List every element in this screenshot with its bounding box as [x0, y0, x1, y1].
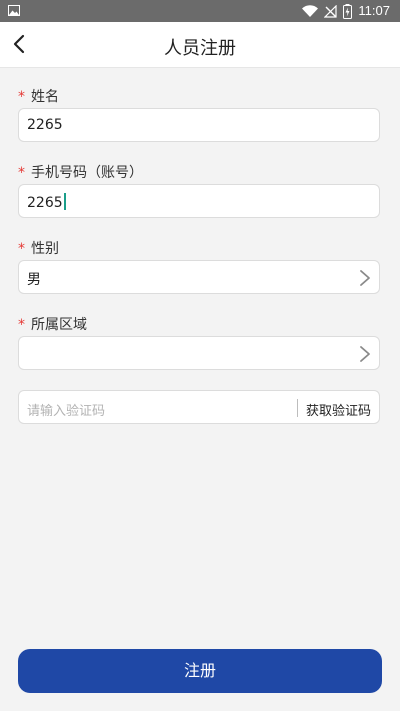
- verification-code-field[interactable]: 请输入验证码 获取验证码: [18, 390, 380, 424]
- verification-code-placeholder: 请输入验证码: [27, 404, 106, 419]
- phone-value-wrap: 2265: [27, 193, 66, 211]
- status-time: 11:07: [358, 3, 390, 18]
- region-label: * 所属区域: [18, 314, 87, 334]
- text-cursor: [63, 193, 66, 210]
- phone-label: * 手机号码（账号）: [18, 162, 143, 182]
- gender-label: * 性别: [18, 238, 59, 258]
- name-field[interactable]: 2265: [18, 108, 380, 142]
- phone-label-text: 手机号码（账号）: [31, 165, 143, 181]
- region-label-text: 所属区域: [31, 317, 87, 333]
- divider: [297, 399, 298, 417]
- app-bar: 人员注册: [0, 22, 400, 68]
- name-value: 2265: [27, 117, 63, 133]
- phone-value: 2265: [27, 195, 63, 211]
- chevron-right-icon: [360, 270, 370, 286]
- chevron-right-icon: [360, 346, 370, 362]
- required-mark: *: [18, 89, 25, 105]
- gender-label-text: 性别: [31, 241, 59, 257]
- image-icon: [8, 5, 20, 16]
- get-code-button[interactable]: 获取验证码: [306, 400, 371, 419]
- required-mark: *: [18, 317, 25, 333]
- region-select[interactable]: [18, 336, 380, 370]
- page-title: 人员注册: [164, 38, 236, 59]
- gender-select[interactable]: 男: [18, 260, 380, 294]
- status-right: 11:07: [302, 3, 390, 19]
- wifi-icon: [302, 4, 319, 17]
- phone-field[interactable]: 2265: [18, 184, 380, 218]
- required-mark: *: [18, 241, 25, 257]
- register-button[interactable]: 注册: [18, 649, 382, 693]
- battery-charging-icon: [343, 3, 353, 19]
- required-mark: *: [18, 165, 25, 181]
- name-label-text: 姓名: [31, 89, 59, 105]
- status-bar: 11:07: [0, 0, 400, 22]
- signal-off-icon: [324, 4, 338, 18]
- gender-value: 男: [27, 272, 41, 288]
- name-label: * 姓名: [18, 86, 59, 106]
